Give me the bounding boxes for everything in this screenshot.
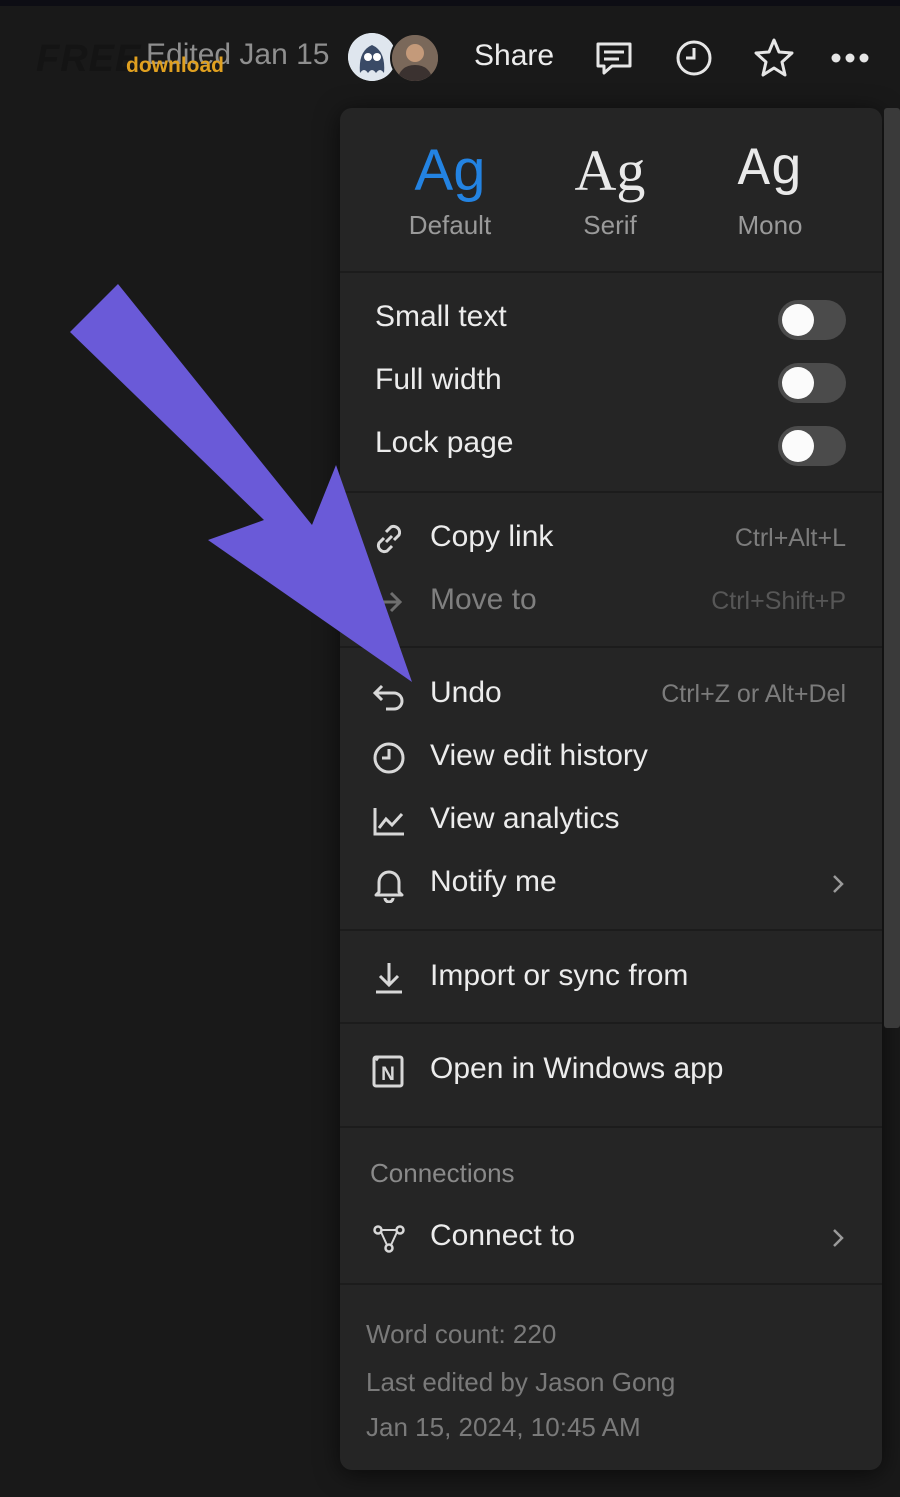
font-label: Serif — [583, 210, 637, 240]
divider — [340, 1022, 882, 1024]
menu-item-connect-to[interactable]: Connect to — [340, 1209, 882, 1265]
small-text-toggle[interactable] — [778, 300, 846, 340]
toggle-row-lock-page[interactable]: Lock page — [340, 416, 882, 472]
arrow-right-icon — [370, 583, 408, 621]
share-button[interactable]: Share — [474, 39, 554, 73]
page-header: FREE Edited Jan 15 download Share — [0, 6, 900, 106]
menu-item-move-to[interactable]: Move to Ctrl+Shift+P — [340, 573, 882, 629]
font-sample: Ag — [574, 138, 646, 203]
star-icon[interactable] — [752, 36, 796, 80]
font-label: Mono — [737, 210, 803, 240]
menu-item-label: View analytics — [430, 802, 620, 835]
font-label: Default — [408, 210, 492, 240]
toggle-knob — [782, 430, 814, 462]
menu-item-label: View edit history — [430, 739, 648, 772]
font-option-mono[interactable]: Ag Mono — [700, 136, 840, 241]
last-edited-date: Jan 15, 2024, 10:45 AM — [366, 1412, 641, 1442]
menu-item-label: Move to — [430, 583, 537, 616]
avatar[interactable] — [390, 33, 440, 83]
font-sample: Ag — [737, 140, 803, 201]
last-edited-by: Last edited by Jason Gong — [366, 1367, 676, 1397]
chevron-right-icon — [828, 869, 848, 899]
divider — [340, 271, 882, 273]
shortcut-hint: Ctrl+Alt+L — [734, 524, 846, 552]
chart-icon — [370, 802, 408, 840]
toggle-knob — [782, 304, 814, 336]
font-option-serif[interactable]: Ag Serif — [540, 136, 680, 241]
menu-item-notify-me[interactable]: Notify me — [340, 855, 882, 911]
menu-item-label: Copy link — [430, 520, 554, 553]
menu-item-label: Open in Windows app — [430, 1052, 724, 1085]
font-sample: Ag — [414, 138, 486, 203]
avatar-photo-icon — [392, 35, 438, 81]
full-width-toggle[interactable] — [778, 363, 846, 403]
toggle-label: Full width — [375, 363, 502, 396]
divider — [340, 491, 882, 493]
shortcut-hint: Ctrl+Z or Alt+Del — [661, 680, 846, 708]
divider — [340, 1126, 882, 1128]
toggle-label: Lock page — [375, 426, 514, 459]
scrollbar[interactable] — [884, 108, 900, 1028]
section-heading-connections: Connections — [370, 1158, 515, 1188]
svg-text:N: N — [381, 1064, 395, 1085]
font-option-default[interactable]: Ag Default — [380, 136, 520, 241]
divider — [340, 929, 882, 931]
lock-page-toggle[interactable] — [778, 426, 846, 466]
menu-item-label: Notify me — [430, 865, 557, 898]
more-icon[interactable] — [828, 36, 872, 80]
notion-logo-icon: N — [370, 1052, 408, 1090]
menu-item-copy-link[interactable]: Copy link Ctrl+Alt+L — [340, 510, 882, 566]
comment-icon[interactable] — [592, 36, 636, 80]
bell-icon — [370, 865, 408, 904]
menu-item-label: Undo — [430, 676, 502, 709]
menu-item-label: Connect to — [430, 1219, 576, 1252]
avatar-ghost-icon — [348, 33, 396, 81]
menu-item-undo[interactable]: Undo Ctrl+Z or Alt+Del — [340, 666, 882, 722]
word-count: Word count: 220 — [366, 1319, 557, 1349]
menu-item-view-edit-history[interactable]: View edit history — [340, 729, 882, 785]
menu-item-import[interactable]: Import or sync from — [340, 949, 882, 1005]
clock-icon[interactable] — [672, 36, 716, 80]
toggle-row-small-text[interactable]: Small text — [340, 290, 882, 346]
watermark-subtext: download — [126, 54, 224, 77]
connections-icon — [370, 1219, 408, 1257]
shortcut-hint: Ctrl+Shift+P — [711, 587, 846, 615]
divider — [340, 646, 882, 648]
undo-icon — [370, 676, 408, 714]
avatar[interactable] — [348, 33, 396, 81]
toggle-knob — [782, 367, 814, 399]
link-icon — [370, 520, 408, 558]
menu-item-view-analytics[interactable]: View analytics — [340, 792, 882, 848]
menu-item-open-in-app[interactable]: N Open in Windows app — [340, 1042, 882, 1098]
page-options-menu: Ag Default Ag Serif Ag Mono Small text F… — [340, 108, 882, 1470]
chevron-right-icon — [828, 1223, 848, 1253]
clock-icon — [370, 739, 408, 777]
toggle-row-full-width[interactable]: Full width — [340, 353, 882, 409]
menu-item-label: Import or sync from — [430, 959, 689, 992]
divider — [340, 1283, 882, 1285]
toggle-label: Small text — [375, 300, 507, 333]
download-icon — [370, 959, 408, 997]
